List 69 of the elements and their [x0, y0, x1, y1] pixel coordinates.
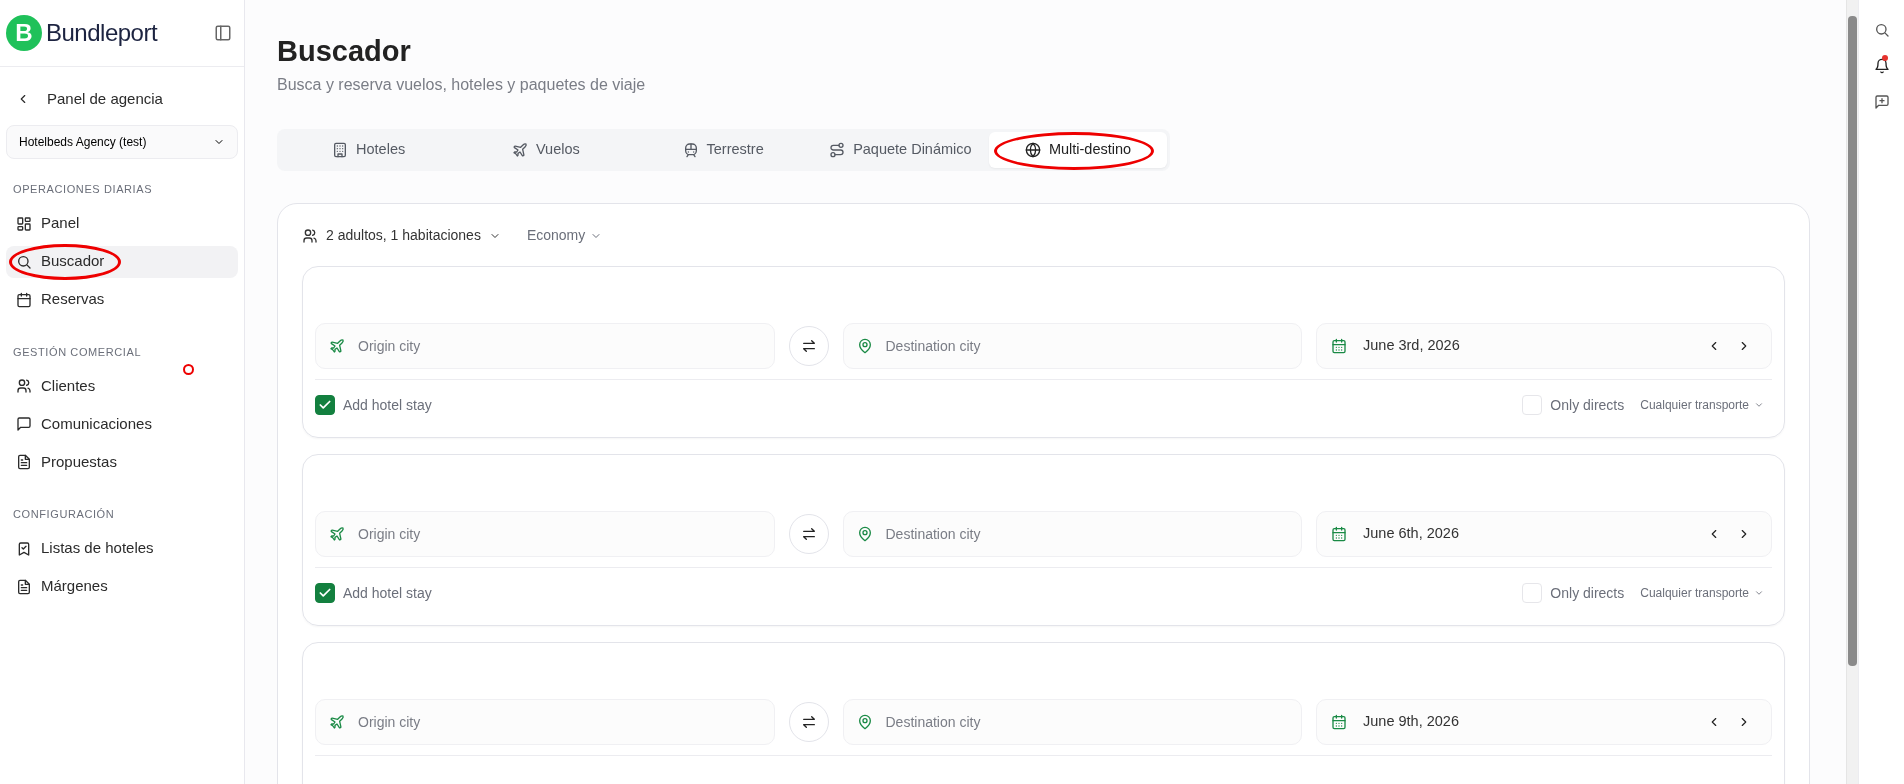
- section-title: GESTIÓN COMERCIAL: [12, 344, 143, 360]
- date-field[interactable]: June 9th, 2026: [1316, 698, 1772, 745]
- feedback-button[interactable]: [1873, 94, 1890, 110]
- section-title: CONFIGURACIÓN: [12, 507, 116, 522]
- sidebar-item[interactable]: Propuestas: [6, 446, 238, 478]
- notifications-button[interactable]: [1873, 58, 1890, 74]
- only-directs-checkbox[interactable]: Only directs: [1522, 394, 1625, 416]
- search-icon: [1873, 22, 1890, 38]
- users-icon: [302, 227, 318, 244]
- tab[interactable]: Terrestre: [634, 131, 812, 168]
- add-hotel-checkbox[interactable]: Add hotel stay: [315, 582, 432, 604]
- passengers-dropdown[interactable]: 2 adultos, 1 habitaciones: [302, 225, 501, 247]
- transport-dropdown[interactable]: Cualquier transporte: [1640, 396, 1764, 415]
- swap-arrows-icon: [800, 337, 817, 354]
- chat-icon: [16, 416, 32, 432]
- sidebar-toggle-button[interactable]: [214, 24, 232, 42]
- bell-icon: [1873, 58, 1890, 74]
- route-icon: [829, 141, 846, 158]
- sidebar-item[interactable]: Panel: [6, 207, 238, 240]
- users-icon: [16, 378, 32, 394]
- calendar-icon: [1331, 525, 1347, 542]
- tab[interactable]: Paquete Dinámico: [811, 131, 989, 168]
- bookmark-check-icon: [16, 540, 32, 557]
- date-field[interactable]: June 6th, 2026: [1316, 510, 1772, 557]
- message-plus-icon: [1873, 94, 1890, 110]
- add-hotel-checkbox[interactable]: Add hotel stay: [315, 394, 432, 416]
- logo-name: Bundleport: [46, 18, 158, 48]
- logo-mark: B: [6, 15, 42, 51]
- calendar-icon: [1331, 337, 1347, 354]
- back-link[interactable]: Panel de agencia: [6, 83, 238, 115]
- grid-icon: [16, 215, 32, 232]
- train-icon: [682, 141, 699, 158]
- sidebar-item[interactable]: Clientes: [6, 370, 238, 402]
- calendar-icon: [1331, 713, 1347, 730]
- search-button[interactable]: [1873, 22, 1890, 38]
- sidebar-item[interactable]: Listas de hoteles: [6, 532, 238, 565]
- date-field[interactable]: June 3rd, 2026: [1316, 322, 1772, 369]
- origin-field[interactable]: Origin city: [315, 698, 775, 745]
- tab[interactable]: Vuelos: [457, 131, 635, 168]
- globe-icon: [1024, 141, 1041, 158]
- page-title: Buscador: [277, 34, 412, 69]
- sidebar-item[interactable]: Reservas: [6, 283, 238, 316]
- sidebar-item[interactable]: Márgenes: [6, 570, 238, 603]
- calendar-icon: [16, 291, 32, 308]
- origin-field[interactable]: Origin city: [315, 510, 775, 557]
- destination-field[interactable]: Destination city: [842, 510, 1302, 557]
- tab[interactable]: Hoteles: [280, 131, 458, 168]
- plane-icon: [511, 141, 528, 158]
- tab[interactable]: Multi-destino: [989, 131, 1167, 168]
- scrollbar[interactable]: [1846, 0, 1858, 784]
- page-subtitle: Busca y reserva vuelos, hoteles y paquetes de viaje: [277, 74, 647, 95]
- transport-dropdown[interactable]: Cualquier transporte: [1640, 584, 1764, 603]
- agency-select[interactable]: Hotelbeds Agency (test): [6, 125, 238, 159]
- cabin-dropdown[interactable]: Economy: [526, 225, 603, 247]
- document-icon: [16, 578, 32, 595]
- sidebar-item[interactable]: Comunicaciones: [6, 408, 238, 440]
- document-icon: [16, 454, 32, 470]
- destination-field[interactable]: Destination city: [842, 698, 1302, 745]
- origin-field[interactable]: Origin city: [315, 322, 775, 369]
- search-icon: [16, 253, 32, 270]
- sidebar-item[interactable]: Buscador: [6, 245, 238, 278]
- swap-arrows-icon: [800, 713, 817, 730]
- only-directs-checkbox[interactable]: Only directs: [1522, 582, 1625, 604]
- destination-field[interactable]: Destination city: [842, 322, 1302, 369]
- section-title: OPERACIONES DIARIAS: [12, 182, 154, 197]
- sidebar-panel-icon: [214, 24, 232, 42]
- scrollbar-thumb[interactable]: [1848, 16, 1857, 666]
- building-icon: [332, 141, 349, 158]
- swap-arrows-icon: [800, 525, 817, 542]
